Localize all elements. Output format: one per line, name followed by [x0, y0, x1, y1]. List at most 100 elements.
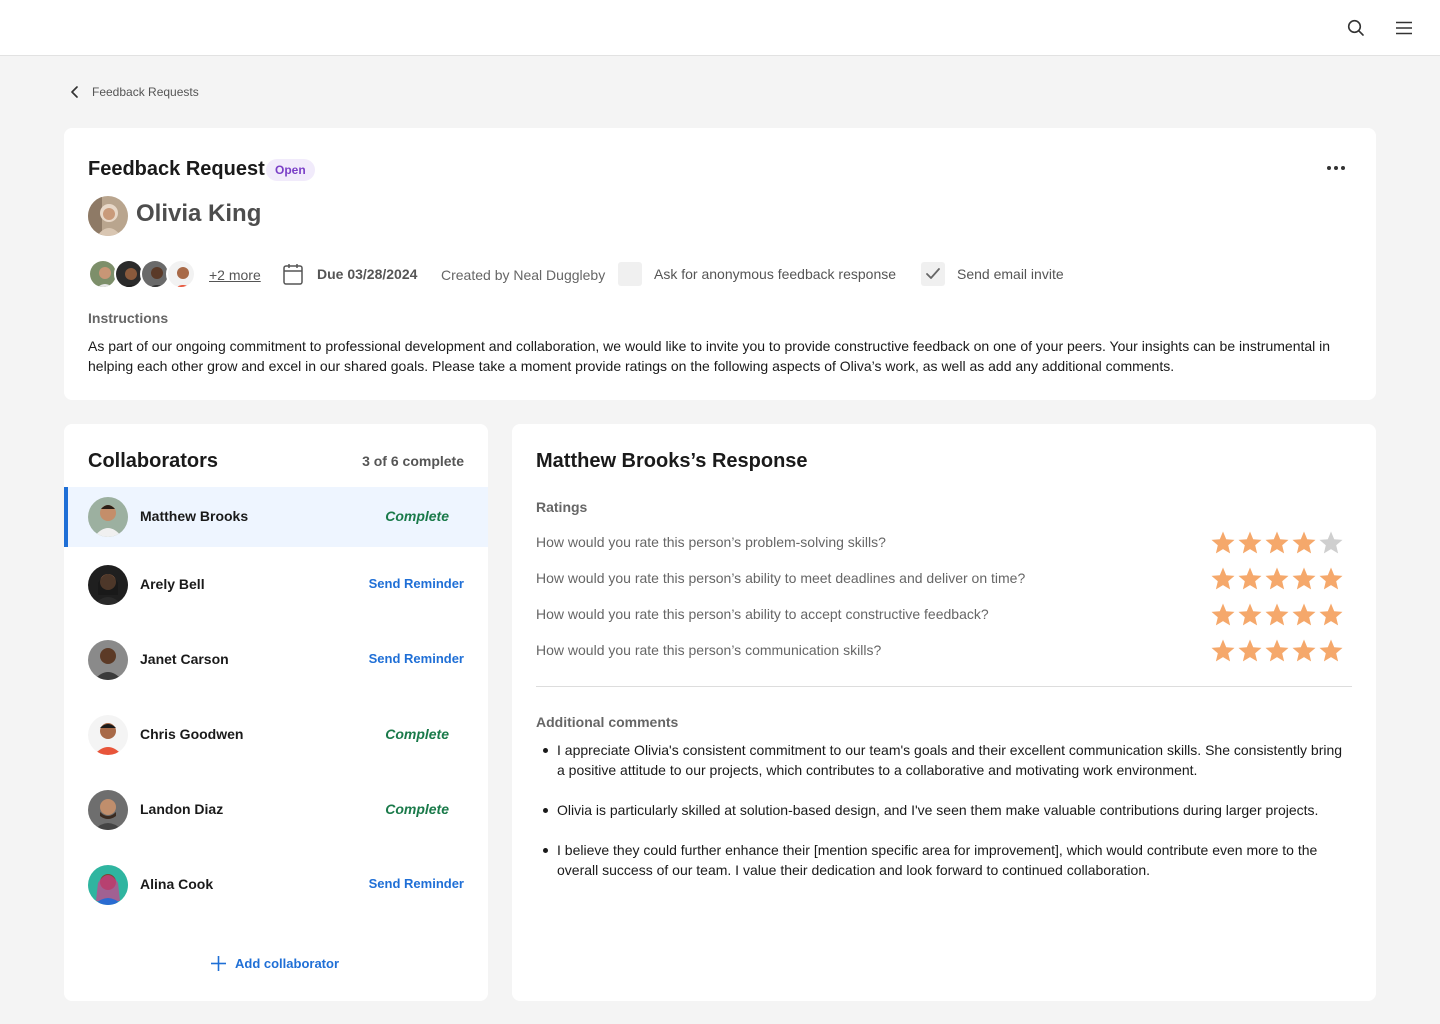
- star-rating[interactable]: [1210, 638, 1344, 664]
- star-icon[interactable]: [1264, 638, 1290, 664]
- collaborator-name: Landon Diaz: [140, 800, 224, 817]
- collaborator-name: Alina Cook: [140, 875, 214, 892]
- star-icon[interactable]: [1210, 602, 1236, 628]
- rating-question: How would you rate this person’s ability…: [536, 570, 1026, 586]
- avatar: [88, 639, 128, 680]
- anonymous-feedback-checkbox[interactable]: [618, 262, 642, 286]
- add-collaborator-button[interactable]: Add collaborator: [210, 953, 339, 973]
- star-icon[interactable]: [1237, 530, 1263, 556]
- send-email-invite-label: Send email invite: [957, 266, 1064, 282]
- hamburger-menu-icon: [1396, 21, 1412, 35]
- search-icon: [1347, 19, 1364, 36]
- calendar-icon: [283, 264, 303, 285]
- star-icon[interactable]: [1318, 566, 1344, 592]
- star-icon[interactable]: [1318, 530, 1344, 556]
- collaborators-count: 3 of 6 complete: [362, 453, 464, 469]
- chevron-left-icon: [71, 86, 78, 98]
- checkmark-icon: [926, 268, 940, 279]
- menu-button[interactable]: [1392, 16, 1416, 40]
- star-icon[interactable]: [1291, 566, 1317, 592]
- comments-label: Additional comments: [536, 714, 679, 730]
- collaborator-row[interactable]: Arely Bell Send Reminder: [64, 547, 488, 622]
- collaborator-row[interactable]: Alina Cook Send Reminder: [64, 847, 488, 922]
- status-badge: Open: [266, 159, 315, 181]
- send-reminder-button[interactable]: Send Reminder: [369, 876, 464, 891]
- send-email-invite-checkbox[interactable]: [921, 262, 945, 286]
- rating-row: How would you rate this person’s ability…: [536, 565, 1344, 593]
- comments-list: I appreciate Olivia's consistent commitm…: [543, 740, 1353, 900]
- collaborators-list: Matthew Brooks Complete Arely Bell Send …: [64, 487, 488, 922]
- created-by: Created by Neal Duggleby: [441, 267, 606, 283]
- breadcrumb-back[interactable]: Feedback Requests: [68, 82, 199, 102]
- star-icon[interactable]: [1291, 638, 1317, 664]
- plus-icon: [211, 955, 226, 971]
- add-collaborator-label: Add collaborator: [235, 955, 340, 971]
- request-meta-row: +2 more Due 03/28/2024 Created by Neal D…: [88, 258, 1188, 290]
- response-title: Matthew Brooks’s Response: [536, 450, 808, 472]
- status-complete: Complete: [385, 508, 449, 524]
- divider: [536, 686, 1352, 687]
- ratings-label: Ratings: [536, 499, 588, 515]
- star-icon[interactable]: [1210, 638, 1236, 664]
- more-horizontal-icon: [1327, 166, 1345, 170]
- due-date: Due 03/28/2024: [317, 266, 418, 282]
- star-icon[interactable]: [1210, 530, 1236, 556]
- star-icon[interactable]: [1264, 530, 1290, 556]
- response-card: Matthew Brooks’s Response Ratings How wo…: [512, 424, 1376, 1001]
- collaborator-avatar-stack[interactable]: [88, 259, 208, 289]
- instructions-text: As part of our ongoing commitment to pro…: [88, 338, 1331, 374]
- avatar: [166, 259, 196, 289]
- avatar: [88, 564, 128, 605]
- star-icon[interactable]: [1237, 638, 1263, 664]
- star-icon[interactable]: [1318, 638, 1344, 664]
- star-icon[interactable]: [1291, 530, 1317, 556]
- comment-item: Olivia is particularly skilled at soluti…: [543, 800, 1353, 820]
- comment-item: I appreciate Olivia's consistent commitm…: [543, 740, 1353, 780]
- star-icon[interactable]: [1264, 602, 1290, 628]
- rating-row: How would you rate this person’s ability…: [536, 601, 1344, 629]
- breadcrumb-label[interactable]: Feedback Requests: [92, 85, 199, 99]
- star-rating[interactable]: [1210, 566, 1344, 592]
- rating-row: How would you rate this person’s communi…: [536, 637, 1344, 665]
- collaborators-card: Collaborators 3 of 6 complete Matthew Br…: [64, 424, 488, 1001]
- rating-row: How would you rate this person’s problem…: [536, 529, 1344, 557]
- rating-question: How would you rate this person’s communi…: [536, 642, 882, 658]
- page-title: Feedback Request: [88, 158, 265, 180]
- feedback-request-card: Feedback Request Open Olivia King +2 mor…: [64, 128, 1376, 400]
- more-collaborators-link[interactable]: +2 more: [209, 267, 261, 283]
- rating-question: How would you rate this person’s ability…: [536, 606, 989, 622]
- star-icon[interactable]: [1318, 602, 1344, 628]
- star-icon[interactable]: [1237, 602, 1263, 628]
- send-reminder-button[interactable]: Send Reminder: [369, 651, 464, 666]
- star-icon[interactable]: [1264, 566, 1290, 592]
- collaborator-row[interactable]: Landon Diaz Complete: [64, 772, 488, 847]
- collaborator-name: Matthew Brooks: [140, 508, 249, 524]
- rating-question: How would you rate this person’s problem…: [536, 534, 886, 550]
- top-bar: [0, 0, 1440, 56]
- avatar: [88, 714, 128, 755]
- more-options-button[interactable]: [1322, 156, 1350, 180]
- avatar: [88, 864, 128, 905]
- search-button[interactable]: [1344, 16, 1368, 40]
- star-rating[interactable]: [1210, 530, 1344, 556]
- avatar: [88, 789, 128, 830]
- collaborator-row[interactable]: Janet Carson Send Reminder: [64, 622, 488, 697]
- star-icon[interactable]: [1237, 566, 1263, 592]
- subject-avatar: [88, 196, 128, 236]
- avatar: [88, 497, 128, 537]
- star-rating[interactable]: [1210, 602, 1344, 628]
- collaborator-row[interactable]: Chris Goodwen Complete: [64, 697, 488, 772]
- anonymous-feedback-label: Ask for anonymous feedback response: [654, 266, 897, 282]
- instructions-label: Instructions: [88, 310, 169, 326]
- star-icon[interactable]: [1210, 566, 1236, 592]
- collaborator-name: Chris Goodwen: [140, 725, 244, 742]
- status-complete: Complete: [385, 800, 449, 817]
- comment-item: I believe they could further enhance the…: [543, 840, 1353, 880]
- collaborator-row[interactable]: Matthew Brooks Complete: [64, 487, 488, 547]
- send-reminder-button[interactable]: Send Reminder: [369, 576, 464, 591]
- collaborator-name: Janet Carson: [140, 650, 229, 667]
- star-icon[interactable]: [1291, 602, 1317, 628]
- status-complete: Complete: [385, 725, 449, 742]
- collaborator-name: Arely Bell: [140, 575, 205, 592]
- collaborators-title: Collaborators: [88, 450, 219, 472]
